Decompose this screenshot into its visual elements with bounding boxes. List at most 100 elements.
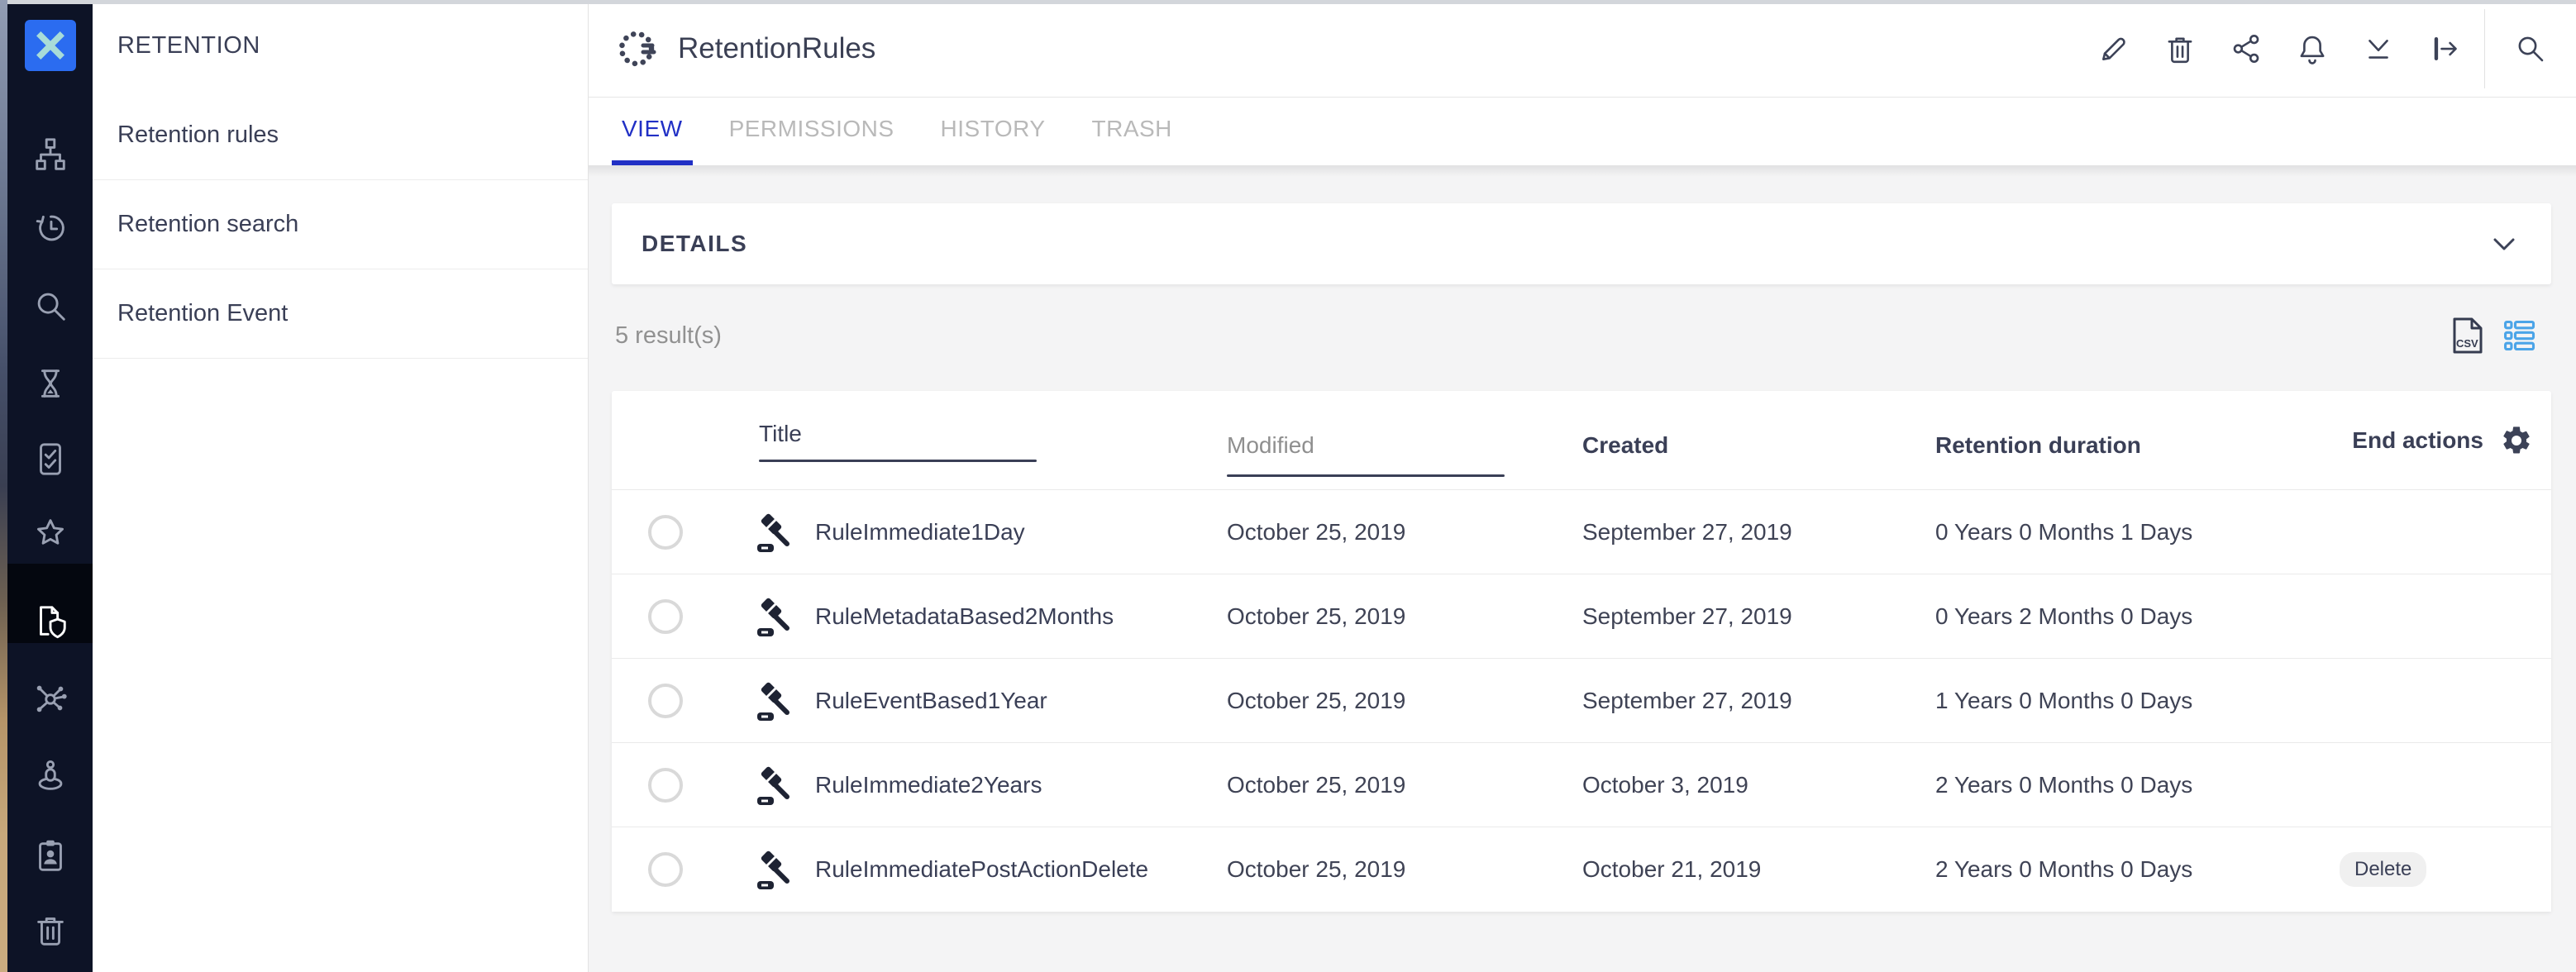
cell-modified: October 25, 2019 <box>1227 603 1405 629</box>
row-select-radio[interactable] <box>648 852 683 887</box>
search-button[interactable] <box>2497 16 2564 82</box>
download-icon <box>2361 31 2396 66</box>
sidebar-item-label: Retention Event <box>117 300 288 327</box>
nav-user-profile[interactable] <box>7 740 93 812</box>
row-title-link[interactable]: RuleImmediate2Years <box>815 772 1042 798</box>
nav-trash[interactable] <box>7 893 93 966</box>
column-header-created[interactable]: Created <box>1582 432 1935 459</box>
csv-export-icon[interactable]: CSV <box>2452 317 2483 355</box>
column-label: Title <box>759 421 1037 447</box>
workflow-icon <box>31 679 69 717</box>
delete-trash-icon <box>2163 31 2197 66</box>
content-area: DETAILS 5 result(s) CSV <box>589 165 2576 972</box>
sidebar-item-label: Retention search <box>117 211 298 238</box>
nav-favorites[interactable] <box>7 497 93 569</box>
gavel-icon <box>754 679 794 722</box>
cell-duration: 2 Years 0 Months 0 Days <box>1935 772 2192 798</box>
document-title-block: RetentionRules <box>589 26 875 72</box>
main-area: RetentionRules <box>589 0 2576 972</box>
window-top-edge <box>0 0 2576 4</box>
column-settings-button[interactable] <box>2500 424 2533 457</box>
sidebar-item-label: Retention rules <box>117 122 279 149</box>
retention-rules-dotted-circle-icon <box>617 26 660 72</box>
sidebar-item-retention-event[interactable]: Retention Event <box>93 269 588 359</box>
table-row[interactable]: RuleImmediate1Day October 25, 2019 Septe… <box>612 490 2551 574</box>
table-row[interactable]: RuleImmediate2Years October 25, 2019 Oct… <box>612 743 2551 827</box>
cell-created: September 27, 2019 <box>1582 603 1792 629</box>
row-select-radio[interactable] <box>648 768 683 803</box>
details-collapsible[interactable]: DETAILS <box>612 203 2551 284</box>
app-logo[interactable] <box>7 17 93 74</box>
csv-label: CSV <box>2456 337 2478 350</box>
nav-connections[interactable] <box>7 662 93 735</box>
table-header-row: Title Modified Created Retention duratio… <box>612 391 2551 490</box>
hierarchy-icon <box>31 136 69 174</box>
row-select-radio[interactable] <box>648 684 683 718</box>
tab-view[interactable]: VIEW <box>612 98 693 165</box>
row-select-radio[interactable] <box>648 599 683 634</box>
row-select-radio[interactable] <box>648 515 683 550</box>
cell-created: October 21, 2019 <box>1582 856 1761 882</box>
document-tabs: VIEW PERMISSIONS HISTORY TRASH <box>589 98 2576 165</box>
cell-created: September 27, 2019 <box>1582 519 1792 545</box>
column-header-duration[interactable]: Retention duration <box>1935 432 2331 459</box>
cell-created: October 3, 2019 <box>1582 772 1748 798</box>
retention-panel: RETENTION Retention rules Retention sear… <box>93 0 589 972</box>
search-icon <box>2513 31 2548 66</box>
notifications-button[interactable] <box>2279 16 2345 82</box>
tab-permissions[interactable]: PERMISSIONS <box>719 98 904 165</box>
table-row[interactable]: RuleMetadataBased2Months October 25, 201… <box>612 574 2551 659</box>
table-row[interactable]: RuleEventBased1Year October 25, 2019 Sep… <box>612 659 2551 743</box>
sort-underline <box>759 460 1037 462</box>
sort-underline <box>1227 474 1505 477</box>
nav-retention-active[interactable] <box>7 585 93 658</box>
results-table: Title Modified Created Retention duratio… <box>612 391 2551 912</box>
cell-duration: 1 Years 0 Months 0 Days <box>1935 688 2192 713</box>
tab-trash[interactable]: TRASH <box>1082 98 1182 165</box>
sidebar-item-retention-rules[interactable]: Retention rules <box>93 91 588 180</box>
nav-tasks-pending[interactable] <box>7 347 93 420</box>
edit-button[interactable] <box>2081 16 2147 82</box>
tab-history[interactable]: HISTORY <box>931 98 1056 165</box>
table-row[interactable]: RuleImmediatePostActionDelete October 25… <box>612 827 2551 912</box>
nav-roles[interactable] <box>7 819 93 892</box>
search-icon <box>31 287 69 325</box>
cell-duration: 2 Years 0 Months 0 Days <box>1935 856 2192 882</box>
row-title-link[interactable]: RuleImmediate1Day <box>815 519 1025 546</box>
tab-label: VIEW <box>622 116 683 142</box>
nav-history[interactable] <box>7 191 93 264</box>
export-icon <box>2427 31 2462 66</box>
tab-label: TRASH <box>1092 116 1172 142</box>
cell-duration: 0 Years 2 Months 0 Days <box>1935 603 2192 629</box>
end-action-chip: Delete <box>2340 852 2426 887</box>
delete-button[interactable] <box>2147 16 2213 82</box>
id-card-icon <box>31 836 69 874</box>
header-actions <box>2081 0 2576 98</box>
cell-modified: October 25, 2019 <box>1227 772 1405 798</box>
row-title-link[interactable]: RuleImmediatePostActionDelete <box>815 856 1148 883</box>
export-button[interactable] <box>2411 16 2478 82</box>
download-button[interactable] <box>2345 16 2411 82</box>
gavel-icon <box>754 764 794 807</box>
nav-workflow-tasks[interactable] <box>7 422 93 495</box>
column-header-end-actions: End actions <box>2352 427 2483 454</box>
column-header-title[interactable]: Title <box>759 421 1037 462</box>
cell-modified: October 25, 2019 <box>1227 688 1405 713</box>
app-nav-rail <box>7 0 93 972</box>
hourglass-icon <box>31 364 69 403</box>
sidebar-item-retention-search[interactable]: Retention search <box>93 180 588 269</box>
row-title-link[interactable]: RuleEventBased1Year <box>815 688 1047 714</box>
gavel-icon <box>754 511 794 554</box>
nav-search[interactable] <box>7 269 93 342</box>
tasks-icon <box>31 440 69 478</box>
table-view-icon[interactable] <box>2502 317 2538 354</box>
chevron-down-icon <box>2493 238 2515 250</box>
panel-title: RETENTION <box>93 0 588 91</box>
nav-browse[interactable] <box>7 118 93 191</box>
trash-icon <box>31 911 69 949</box>
gavel-icon <box>754 848 794 891</box>
row-title-link[interactable]: RuleMetadataBased2Months <box>815 603 1114 630</box>
share-button[interactable] <box>2213 16 2279 82</box>
share-icon <box>2229 31 2264 66</box>
column-header-modified[interactable]: Modified <box>1227 432 1505 477</box>
